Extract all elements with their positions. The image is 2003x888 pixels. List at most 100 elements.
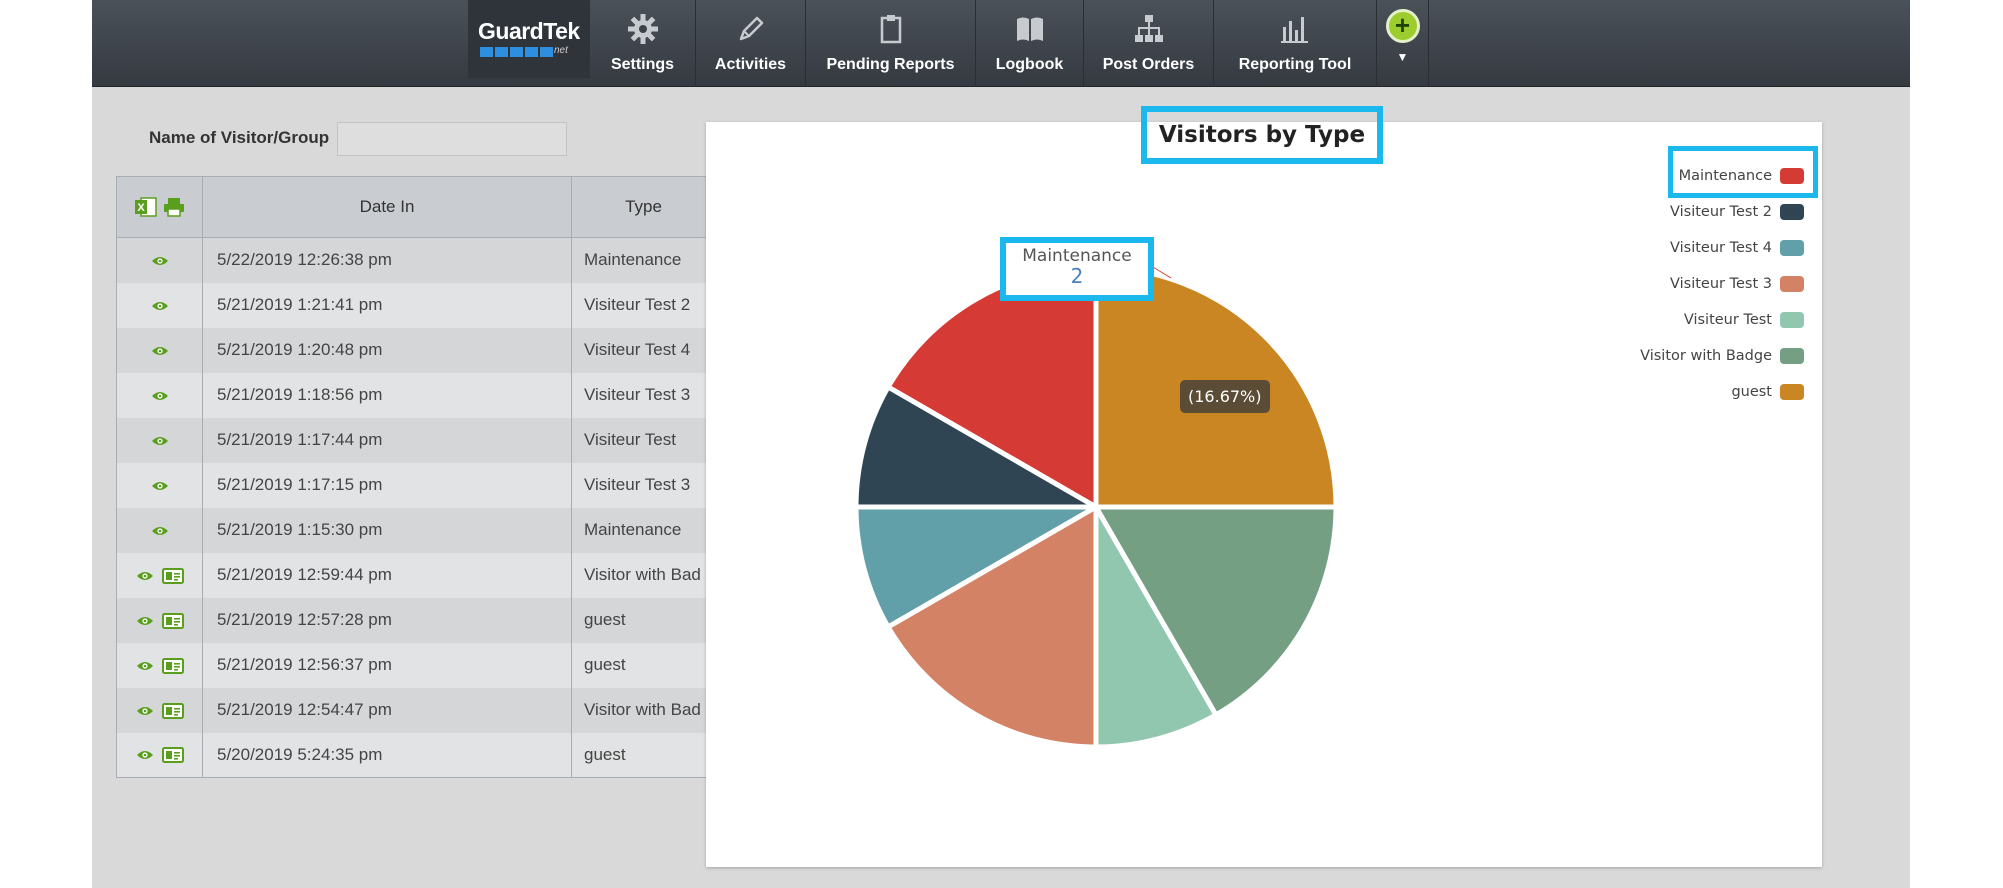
legend-item[interactable]: Visiteur Test 4 (1558, 230, 1818, 266)
legend-swatch (1780, 240, 1804, 256)
legend-swatch (1780, 348, 1804, 364)
filter-label: Name of Visitor/Group (149, 128, 330, 147)
nav-activities[interactable]: Activities (696, 0, 806, 87)
chart-title: Visitors by Type (1140, 106, 1384, 164)
percent-tooltip: (16.67%) (1180, 380, 1270, 413)
app-frame: GuardTek net Settings Activities Pending… (92, 0, 1910, 888)
view-eye-icon[interactable] (136, 615, 154, 627)
date-in-cell: 5/21/2019 12:57:28 pm (202, 597, 572, 643)
type-cell: Visiteur Test 2 (571, 282, 716, 328)
type-cell: Maintenance (571, 237, 716, 283)
type-cell: guest (571, 642, 716, 688)
row-actions (116, 642, 203, 688)
nav-label: Activities (714, 56, 787, 73)
table-row: 5/21/2019 1:17:44 pm Visiteur Test (116, 417, 716, 463)
table-row: 5/21/2019 12:54:47 pm Visitor with Bad (116, 687, 716, 733)
nav-settings[interactable]: Settings (590, 0, 696, 87)
table-row: 5/21/2019 1:17:15 pm Visiteur Test 3 (116, 462, 716, 508)
table-row: 5/21/2019 1:18:56 pm Visiteur Test 3 (116, 372, 716, 418)
nav-post-orders[interactable]: Post Orders (1084, 0, 1214, 87)
nav-pending-reports[interactable]: Pending Reports (806, 0, 976, 87)
bar-chart-icon (1279, 13, 1311, 56)
visitors-chart-panel: Visitors by Type Maintenance 2 (16.67%) … (706, 106, 1822, 867)
badge-card-icon[interactable] (161, 657, 184, 674)
type-cell: Maintenance (571, 507, 716, 553)
visitor-log-table: X Date In Type 5/22/2019 12:26:38 pm Main… (116, 176, 716, 778)
legend-item[interactable]: Visiteur Test 2 (1558, 194, 1818, 230)
top-navigation: GuardTek net Settings Activities Pending… (92, 0, 1910, 87)
view-eye-icon[interactable] (151, 255, 169, 267)
row-actions (116, 417, 203, 463)
table-header-row: X Date In Type (116, 176, 716, 238)
view-eye-icon[interactable] (151, 480, 169, 492)
nav-label: Pending Reports (826, 56, 955, 73)
view-eye-icon[interactable] (151, 345, 169, 357)
book-icon (1014, 13, 1046, 56)
table-row: 5/21/2019 1:20:48 pm Visiteur Test 4 (116, 327, 716, 373)
row-actions (116, 372, 203, 418)
nav-label: Reporting Tool (1238, 56, 1352, 73)
legend-item[interactable]: Visiteur Test (1558, 302, 1818, 338)
row-actions (116, 597, 203, 643)
view-eye-icon[interactable] (136, 660, 154, 672)
visitor-name-input[interactable] (337, 122, 567, 156)
date-in-cell: 5/21/2019 1:17:15 pm (202, 462, 572, 508)
svg-text:X: X (137, 202, 145, 214)
logo-suffix: net (554, 45, 568, 56)
view-eye-icon[interactable] (151, 435, 169, 447)
slice-label-value: 2 (1070, 264, 1084, 288)
view-eye-icon[interactable] (151, 300, 169, 312)
chevron-down-icon[interactable]: ▼ (1397, 50, 1409, 64)
legend-item[interactable]: Visiteur Test 3 (1558, 266, 1818, 302)
row-actions (116, 327, 203, 373)
legend-swatch (1780, 276, 1804, 292)
legend-label: Visitor with Badge (1640, 348, 1772, 364)
nav-label: Settings (610, 56, 675, 73)
org-chart-icon (1133, 13, 1165, 56)
row-actions (116, 687, 203, 733)
view-eye-icon[interactable] (136, 705, 154, 717)
view-eye-icon[interactable] (151, 525, 169, 537)
guardtek-logo[interactable]: GuardTek net (468, 0, 590, 78)
view-eye-icon[interactable] (136, 570, 154, 582)
export-header: X (116, 176, 203, 238)
clipboard-icon (875, 13, 907, 56)
badge-card-icon[interactable] (161, 747, 184, 764)
gear-icon (627, 13, 659, 56)
logo-wordmark: GuardTek (478, 18, 580, 44)
date-in-cell: 5/21/2019 12:59:44 pm (202, 552, 572, 598)
pencil-icon (735, 13, 767, 56)
date-in-cell: 5/21/2019 12:56:37 pm (202, 642, 572, 688)
column-header-date-in[interactable]: Date In (202, 176, 572, 238)
view-eye-icon[interactable] (136, 749, 154, 761)
table-row: 5/21/2019 12:59:44 pm Visitor with Bad (116, 552, 716, 598)
legend-label: Visiteur Test 2 (1670, 204, 1772, 220)
table-row: 5/20/2019 5:24:35 pm guest (116, 732, 716, 778)
badge-card-icon[interactable] (161, 567, 184, 584)
legend-label: Visiteur Test 3 (1670, 276, 1772, 292)
nav-reporting-tool[interactable]: Reporting Tool (1214, 0, 1377, 87)
excel-export-icon[interactable]: X (134, 196, 158, 218)
add-menu[interactable]: + ▼ (1377, 0, 1429, 87)
row-actions (116, 507, 203, 553)
legend-swatch (1780, 384, 1804, 400)
badge-card-icon[interactable] (161, 612, 184, 629)
date-in-cell: 5/21/2019 1:20:48 pm (202, 327, 572, 373)
legend-swatch (1780, 204, 1804, 220)
type-cell: Visitor with Bad (571, 552, 716, 598)
badge-card-icon[interactable] (161, 702, 184, 719)
nav-logbook[interactable]: Logbook (976, 0, 1084, 87)
legend-item[interactable]: Visitor with Badge (1558, 338, 1818, 374)
column-header-type[interactable]: Type (571, 176, 716, 238)
legend-swatch (1780, 312, 1804, 328)
add-button[interactable]: + (1385, 9, 1420, 43)
row-actions (116, 282, 203, 328)
date-in-cell: 5/21/2019 1:17:44 pm (202, 417, 572, 463)
legend-highlight-box (1668, 146, 1818, 198)
date-in-cell: 5/21/2019 1:21:41 pm (202, 282, 572, 328)
row-actions (116, 462, 203, 508)
type-cell: Visiteur Test (571, 417, 716, 463)
view-eye-icon[interactable] (151, 390, 169, 402)
print-icon[interactable] (163, 197, 185, 217)
legend-item[interactable]: guest (1558, 374, 1818, 410)
